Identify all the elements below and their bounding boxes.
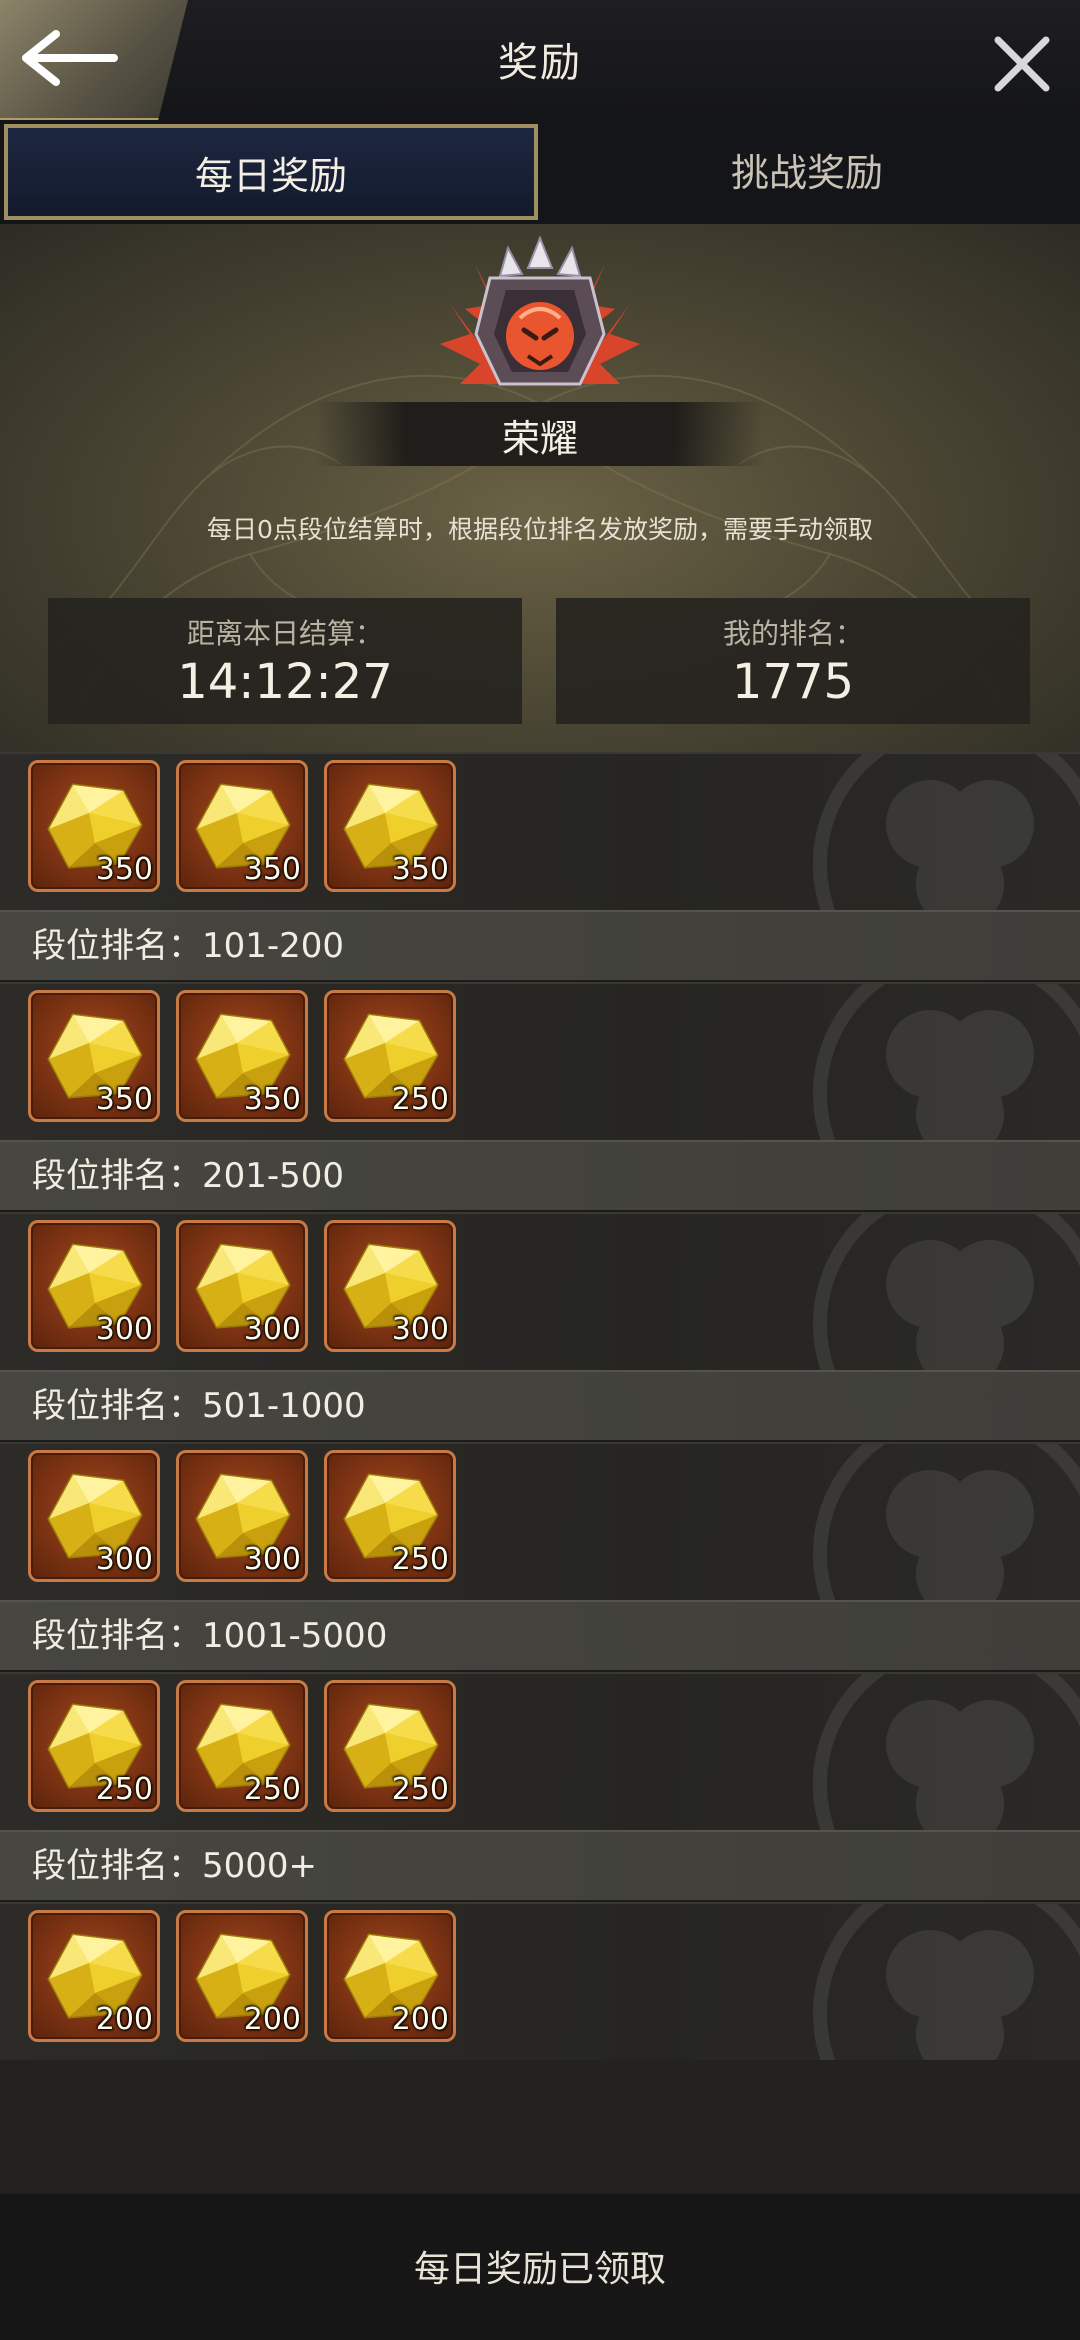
reward-item-count: 350: [95, 852, 153, 887]
countdown-label: 距离本日结算：: [186, 617, 383, 650]
reward-item-count: 250: [391, 1542, 449, 1577]
reward-item-gem[interactable]: 350: [176, 990, 308, 1122]
glory-rank-emblem-icon: [440, 235, 640, 386]
clover-watermark-icon: [813, 1674, 1080, 1830]
reward-item-gem[interactable]: 300: [176, 1450, 308, 1582]
reward-item-gem[interactable]: 350: [176, 760, 308, 892]
rank-range-label: 段位排名：501-1000: [0, 1370, 1080, 1442]
reward-item-count: 350: [391, 852, 449, 887]
reward-item-gem[interactable]: 350: [324, 760, 456, 892]
reward-tier-row: 300 300 300: [0, 1212, 1080, 1370]
reward-item-count: 350: [243, 852, 301, 887]
reward-item-gem[interactable]: 300: [28, 1220, 160, 1352]
tab-challenge-reward[interactable]: 挑战奖励: [540, 124, 1074, 214]
close-button[interactable]: [992, 34, 1052, 94]
reward-tier-row: 350 350 250: [0, 982, 1080, 1140]
reward-item-gem[interactable]: 250: [324, 1680, 456, 1812]
clover-watermark-icon: [813, 984, 1080, 1140]
reward-item-count: 200: [95, 2002, 153, 2037]
top-bar: 奖励: [0, 0, 1080, 121]
clover-watermark-icon: [813, 1214, 1080, 1370]
reward-item-count: 200: [391, 2002, 449, 2037]
clover-watermark-icon: [813, 1444, 1080, 1600]
settlement-countdown-box: 距离本日结算： 14:12:27: [48, 598, 522, 724]
reward-item-count: 250: [243, 1772, 301, 1807]
reward-item-gem[interactable]: 200: [176, 1910, 308, 2042]
tab-bar: 每日奖励 挑战奖励: [0, 120, 1080, 224]
reward-tier-row: 250 250 250: [0, 1672, 1080, 1830]
reward-item-gem[interactable]: 300: [28, 1450, 160, 1582]
footer-bar: 每日奖励已领取: [0, 2194, 1080, 2340]
reward-item-gem[interactable]: 250: [176, 1680, 308, 1812]
reward-item-gem[interactable]: 350: [28, 760, 160, 892]
rank-banner: 荣耀 每日0点段位结算时，根据段位排名发放奖励，需要手动领取 距离本日结算： 1…: [0, 224, 1080, 752]
tab-daily-reward[interactable]: 每日奖励: [4, 124, 538, 220]
reward-item-count: 300: [243, 1542, 301, 1577]
reward-item-count: 300: [243, 1312, 301, 1347]
reward-tier-row: 300 300 250: [0, 1442, 1080, 1600]
reward-item-gem[interactable]: 250: [28, 1680, 160, 1812]
my-rank-box: 我的排名： 1775: [556, 598, 1030, 724]
close-icon: [994, 36, 1050, 92]
reward-item-count: 300: [95, 1312, 153, 1347]
reward-item-count: 350: [95, 1082, 153, 1117]
reward-item-count: 300: [95, 1542, 153, 1577]
rank-range-label: 段位排名：1001-5000: [0, 1600, 1080, 1672]
clover-watermark-icon: [813, 754, 1080, 910]
reward-tier-row: 350 350 350: [0, 752, 1080, 910]
reward-tier-list[interactable]: 350 350 350 段位排名：101-200 350 350 250 段位排名：201-5…: [0, 752, 1080, 2060]
reward-description: 每日0点段位结算时，根据段位排名发放奖励，需要手动领取: [207, 515, 873, 544]
reward-item-count: 250: [391, 1772, 449, 1807]
my-rank-label: 我的排名：: [722, 617, 863, 650]
reward-item-gem[interactable]: 350: [28, 990, 160, 1122]
reward-item-gem[interactable]: 200: [28, 1910, 160, 2042]
page-title: 奖励: [498, 40, 582, 86]
reward-item-gem[interactable]: 300: [176, 1220, 308, 1352]
reward-item-count: 300: [391, 1312, 449, 1347]
rank-range-label: 段位排名：101-200: [0, 910, 1080, 982]
reward-item-gem[interactable]: 250: [324, 1450, 456, 1582]
countdown-value: 14:12:27: [177, 654, 393, 710]
reward-item-gem[interactable]: 250: [324, 990, 456, 1122]
reward-item-count: 250: [391, 1082, 449, 1117]
rank-name: 荣耀: [501, 417, 578, 461]
reward-item-count: 200: [243, 2002, 301, 2037]
reward-item-gem[interactable]: 300: [324, 1220, 456, 1352]
my-rank-value: 1775: [731, 654, 855, 710]
rank-range-label: 段位排名：201-500: [0, 1140, 1080, 1212]
reward-tier-row: 200 200 200: [0, 1902, 1080, 2060]
claim-status-button[interactable]: 每日奖励已领取: [0, 2240, 1080, 2292]
reward-item-gem[interactable]: 200: [324, 1910, 456, 2042]
reward-item-count: 250: [95, 1772, 153, 1807]
rank-range-label: 段位排名：5000+: [0, 1830, 1080, 1902]
clover-watermark-icon: [813, 1904, 1080, 2060]
reward-item-count: 350: [243, 1082, 301, 1117]
